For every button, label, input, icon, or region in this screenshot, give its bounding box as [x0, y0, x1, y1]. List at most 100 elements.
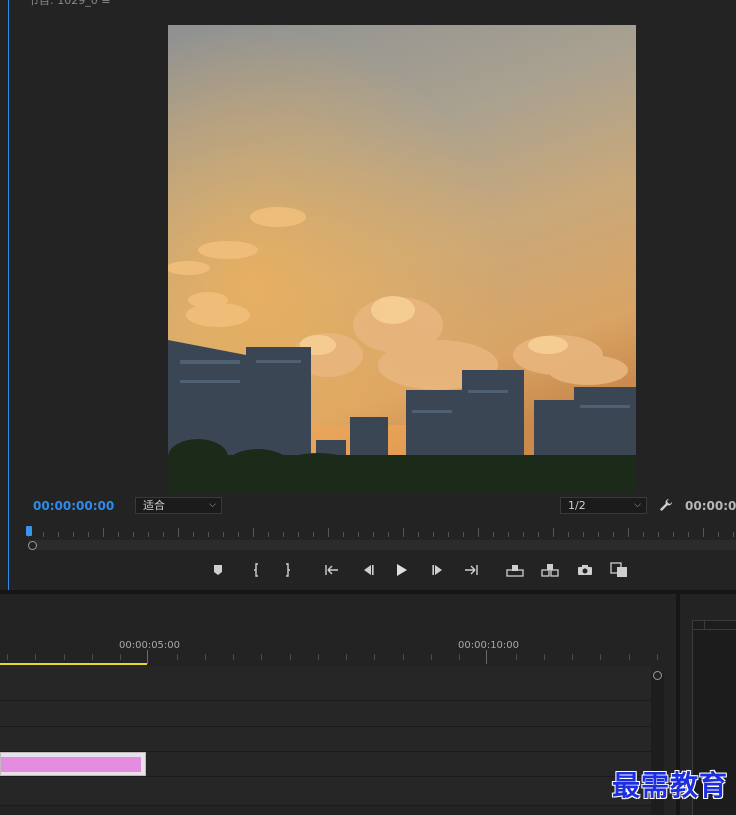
- zoom-level-select[interactable]: 适合 ⌵: [135, 497, 222, 514]
- mark-in-icon[interactable]: [246, 560, 266, 580]
- timeline-clip[interactable]: [0, 752, 146, 776]
- compare-view-icon[interactable]: [609, 560, 629, 580]
- ruler-tick: [656, 654, 658, 660]
- scroll-bar-handle[interactable]: [28, 541, 37, 550]
- ruler-tick: [298, 532, 299, 537]
- ruler-tick: [613, 532, 614, 537]
- ruler-tick: [163, 532, 164, 537]
- panel-focus-edge: [8, 0, 9, 590]
- ruler-tick: [223, 532, 224, 537]
- settings-wrench-icon[interactable]: [658, 497, 674, 513]
- ruler-tick: [418, 532, 419, 537]
- ruler-tick: [486, 650, 487, 664]
- ruler-tick: [718, 532, 719, 537]
- step-forward-icon[interactable]: [428, 560, 448, 580]
- ruler-tick: [88, 532, 89, 537]
- ruler-tick: [147, 650, 148, 664]
- ruler-tick: [703, 528, 704, 537]
- ruler-tick: [538, 532, 539, 537]
- ruler-tick: [553, 528, 554, 537]
- track-row[interactable]: [0, 666, 651, 700]
- track-row[interactable]: [0, 777, 651, 805]
- add-marker-icon[interactable]: [208, 560, 228, 580]
- ruler-tick: [463, 532, 464, 537]
- watermark-logo: 最需教育: [612, 769, 729, 802]
- lift-icon[interactable]: [505, 560, 525, 580]
- ruler-tick: [568, 532, 569, 537]
- extract-icon[interactable]: [540, 560, 560, 580]
- ruler-tick: [543, 654, 545, 660]
- ruler-tick: [600, 654, 602, 660]
- ruler-tick: [208, 532, 209, 537]
- ruler-tick: [118, 532, 119, 537]
- ruler-tick: [598, 532, 599, 537]
- ruler-tick: [733, 532, 734, 537]
- timeline-ruler-label: 00:00:05:00: [119, 640, 181, 651]
- track-separator: [0, 805, 651, 806]
- work-area-bar[interactable]: [0, 663, 147, 665]
- ruler-tick: [346, 654, 347, 660]
- playback-resolution-value: 1/2: [568, 499, 586, 512]
- ruler-tick: [178, 528, 179, 537]
- ruler-tick: [58, 532, 59, 537]
- play-icon[interactable]: [392, 560, 412, 580]
- zoom-scroll-bar[interactable]: [28, 540, 736, 550]
- audio-meter-header: [692, 620, 736, 630]
- export-frame-icon[interactable]: [575, 560, 595, 580]
- ruler-tick: [572, 654, 573, 660]
- premiere-workspace: 节目: 1029_0 ≡ 00:00:00:00 适合 ⌵ 1/2 ⌵ 00:0…: [0, 0, 736, 815]
- ruler-tick: [430, 654, 432, 660]
- track-row[interactable]: [0, 727, 651, 751]
- zoom-level-value: 适合: [143, 499, 165, 512]
- playhead-marker[interactable]: [26, 526, 32, 536]
- ruler-tick: [523, 532, 524, 537]
- ruler-tick: [673, 532, 674, 537]
- ruler-tick: [373, 532, 374, 537]
- ruler-tick: [403, 528, 404, 537]
- ruler-tick: [478, 528, 479, 537]
- ruler-tick: [433, 532, 434, 537]
- go-to-in-icon[interactable]: [322, 560, 342, 580]
- current-timecode[interactable]: 00:00:00:00: [33, 499, 114, 513]
- ruler-tick: [35, 654, 37, 660]
- ruler-tick: [515, 654, 517, 660]
- ruler-tick: [628, 654, 630, 660]
- panel-title[interactable]: 节目: 1029_0 ≡: [28, 0, 110, 8]
- ruler-tick: [238, 532, 239, 537]
- mark-out-icon[interactable]: [278, 560, 298, 580]
- program-monitor-panel: 节目: 1029_0 ≡ 00:00:00:00 适合 ⌵ 1/2 ⌵ 00:0…: [0, 0, 736, 590]
- ruler-tick: [204, 654, 206, 660]
- scroll-bar-handle[interactable]: [653, 671, 662, 680]
- ruler-tick: [583, 532, 584, 537]
- ruler-tick: [253, 528, 254, 537]
- go-to-out-icon[interactable]: [461, 560, 481, 580]
- ruler-tick: [658, 532, 659, 537]
- ruler-tick: [643, 532, 644, 537]
- ruler-tick: [91, 654, 93, 660]
- ruler-tick: [508, 532, 509, 537]
- ruler-tick: [374, 654, 376, 660]
- step-back-icon[interactable]: [358, 560, 378, 580]
- ruler-tick: [193, 532, 194, 537]
- ruler-tick: [358, 532, 359, 537]
- program-preview[interactable]: [168, 25, 636, 493]
- ruler-tick: [628, 528, 629, 537]
- transport-controls: [0, 560, 736, 580]
- chevron-down-icon: ⌵: [209, 500, 216, 510]
- ruler-tick: [176, 654, 178, 660]
- track-row[interactable]: [0, 701, 651, 726]
- monitor-time-ruler[interactable]: [28, 526, 736, 540]
- ruler-tick: [493, 532, 494, 537]
- ruler-tick: [343, 532, 344, 537]
- playback-resolution-select[interactable]: 1/2 ⌵: [560, 497, 647, 514]
- ruler-tick: [289, 654, 291, 660]
- ruler-tick: [317, 654, 319, 660]
- ruler-tick: [328, 528, 329, 537]
- ruler-tick: [402, 654, 404, 660]
- ruler-tick: [233, 654, 234, 660]
- ruler-tick: [63, 654, 65, 660]
- ruler-tick: [43, 532, 44, 537]
- sunset-city-skyline-photo: [168, 25, 636, 493]
- duration-timecode: 00:00:05: [685, 499, 736, 513]
- ruler-tick: [7, 654, 8, 660]
